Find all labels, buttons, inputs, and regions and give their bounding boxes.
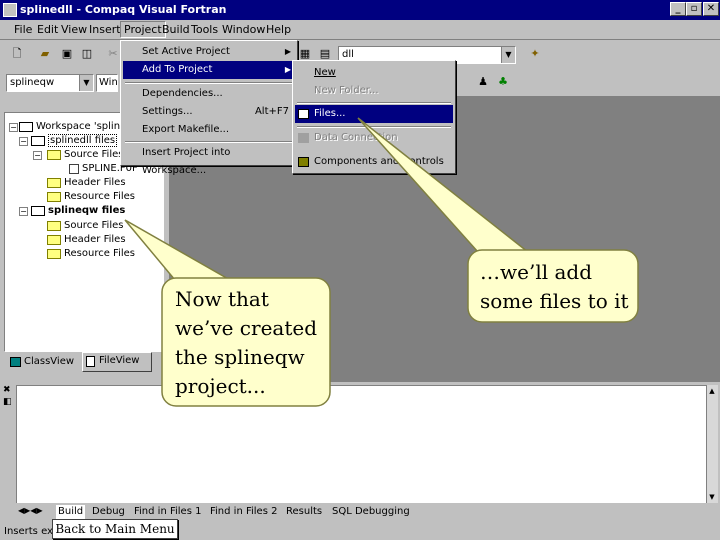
tree-item-source-files[interactable]: Source Files <box>47 148 123 162</box>
menu-item-export-makefile[interactable]: Export Makefile... <box>123 121 295 139</box>
folder-icon <box>47 192 61 202</box>
app-icon[interactable] <box>3 3 17 17</box>
tree-item-header-files[interactable]: Header Files <box>47 233 126 247</box>
project-combo[interactable]: splineqw ▼ <box>6 74 94 92</box>
chevron-down-icon[interactable]: ▼ <box>501 47 515 63</box>
tab-debug[interactable]: Debug <box>92 505 125 519</box>
open-folder-icon[interactable]: ▰ <box>36 46 54 62</box>
classview-icon <box>10 357 21 367</box>
menu-insert[interactable]: Insert <box>89 23 121 36</box>
run-icon[interactable]: ♟ <box>474 74 492 90</box>
tree-item-resource-files[interactable]: Resource Files <box>47 247 135 261</box>
menu-item-data-connection[interactable]: Data Connection <box>295 129 453 147</box>
tab-classview[interactable]: ClassView <box>8 354 80 372</box>
tree-item-header-files[interactable]: Header Files <box>47 176 126 190</box>
menu-item-dependencies[interactable]: Dependencies... <box>123 85 295 103</box>
menu-help[interactable]: Help <box>266 23 291 36</box>
tab-results[interactable]: Results <box>286 505 322 519</box>
chevron-down-icon[interactable]: ▼ <box>79 75 93 91</box>
folder-icon <box>47 235 61 245</box>
menu-file[interactable]: File <box>14 23 32 36</box>
scrollbar[interactable] <box>706 385 718 503</box>
collapse-icon[interactable]: − <box>33 151 42 160</box>
workspace-icon <box>19 122 33 132</box>
submenu-arrow-icon: ▶ <box>284 65 291 74</box>
project-icon <box>31 206 45 216</box>
save-icon[interactable]: ▣ <box>58 46 76 62</box>
submenu-arrow-icon: ▶ <box>284 47 291 56</box>
new-text-file-icon[interactable]: 🗋 <box>8 46 26 62</box>
project-menu: Set Active Project ▶ Add To Project ▶ Depe… <box>120 40 298 176</box>
platform-combo[interactable]: Win <box>96 74 118 92</box>
files-icon <box>298 109 309 119</box>
workspace-tabs: ClassView FileView <box>4 352 164 374</box>
menu-item-files[interactable]: Files... <box>295 105 453 123</box>
tree-item-splineqw[interactable]: splineqw files <box>31 204 125 218</box>
menu-item-add-to-project[interactable]: Add To Project ▶ <box>123 61 295 79</box>
components-icon <box>298 157 309 167</box>
window-title: splinedll - Compaq Visual Fortran <box>20 3 227 16</box>
tab-sql-debugging[interactable]: SQL Debugging <box>332 505 410 519</box>
collapse-icon[interactable]: − <box>19 207 28 216</box>
menu-project[interactable]: Project <box>120 21 166 38</box>
left-callout-text: Now that we’ve created the splineqw proj… <box>175 287 318 398</box>
platform-combo-value: Win <box>99 77 118 88</box>
menu-view[interactable]: View <box>61 23 87 36</box>
title-bar[interactable]: splinedll - Compaq Visual Fortran _ ▫ ✕ <box>0 0 720 20</box>
menu-window[interactable]: Window <box>222 23 265 36</box>
breakpoint-icon[interactable]: ♣ <box>494 74 512 90</box>
tree-item-source-files[interactable]: Source Files <box>47 219 123 233</box>
folder-icon <box>47 249 61 259</box>
folder-open-icon <box>47 150 61 160</box>
menu-edit[interactable]: Edit <box>37 23 58 36</box>
menu-separator <box>125 82 293 84</box>
tree-item-resource-files[interactable]: Resource Files <box>47 190 135 204</box>
project-combo-value: splineqw <box>10 77 55 88</box>
menu-item-insert-project[interactable]: Insert Project into Workspace... <box>123 144 295 176</box>
menu-tools[interactable]: Tools <box>191 23 218 36</box>
data-connection-icon <box>298 133 309 143</box>
output-text[interactable] <box>16 385 718 503</box>
configuration-combo-value: dll <box>342 49 354 60</box>
right-callout-text: …we’ll add some files to it <box>480 260 629 313</box>
menu-separator <box>297 102 451 104</box>
scroll-down-icon[interactable]: ▼ <box>706 491 718 503</box>
undock-icon[interactable]: ◧ <box>3 397 12 407</box>
close-button[interactable]: ✕ <box>703 2 719 16</box>
menu-separator <box>125 141 293 143</box>
folder-icon <box>47 221 61 231</box>
tab-scroll-icons[interactable]: ◀▶◀▶ <box>18 506 43 515</box>
minimize-button[interactable]: _ <box>670 2 686 16</box>
scroll-up-icon[interactable]: ▲ <box>706 385 718 397</box>
menu-item-new[interactable]: New <box>295 64 453 82</box>
menu-item-settings[interactable]: Settings... Alt+F7 <box>123 103 295 121</box>
tab-find-in-files-1[interactable]: Find in Files 1 <box>134 505 201 519</box>
menu-bar: File Edit View Insert Project Build Tool… <box>0 20 720 40</box>
menu-item-set-active-project[interactable]: Set Active Project ▶ <box>123 43 295 61</box>
fileview-icon <box>86 356 95 367</box>
maximize-button[interactable]: ▫ <box>686 2 702 16</box>
menu-item-components-and-controls[interactable]: Components and Controls <box>295 153 453 171</box>
menu-build[interactable]: Build <box>162 23 190 36</box>
back-to-main-menu-button[interactable]: Back to Main Menu <box>52 519 178 539</box>
status-text: Inserts exi <box>4 526 56 537</box>
tab-fileview[interactable]: FileView <box>82 352 152 372</box>
menu-separator <box>297 126 451 128</box>
project-icon <box>31 136 45 146</box>
tab-find-in-files-2[interactable]: Find in Files 2 <box>210 505 277 519</box>
file-icon <box>69 164 79 174</box>
menu-item-new-folder[interactable]: New Folder... <box>295 82 453 100</box>
save-all-icon[interactable]: ◫ <box>78 46 96 62</box>
tree-item-splinedll[interactable]: splinedll files <box>31 134 118 148</box>
collapse-icon[interactable]: − <box>19 137 28 146</box>
add-to-project-submenu: New New Folder... Files... Data Connecti… <box>292 60 456 174</box>
tab-build[interactable]: Build <box>56 505 86 519</box>
find-in-files-icon[interactable]: ✦ <box>526 46 544 62</box>
collapse-icon[interactable]: − <box>9 123 18 132</box>
close-icon[interactable]: ✖ <box>3 385 11 395</box>
folder-icon <box>47 178 61 188</box>
